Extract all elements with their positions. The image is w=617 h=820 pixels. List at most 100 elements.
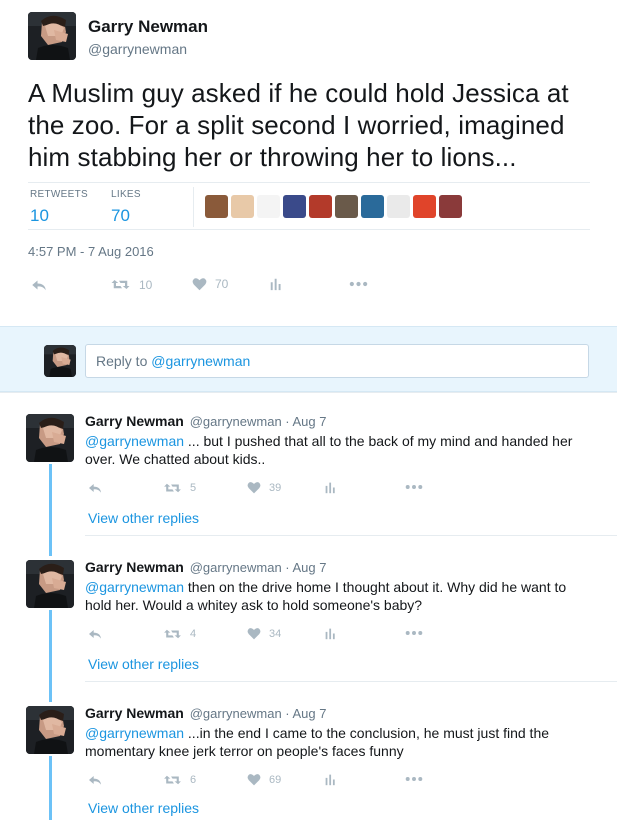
retweet-action[interactable]: 6 (163, 773, 196, 787)
retweet-icon (163, 627, 182, 641)
reply-separator (85, 535, 617, 536)
like-action[interactable]: 39 (247, 481, 281, 494)
liker-avatar[interactable] (439, 195, 462, 218)
heart-icon (247, 481, 261, 494)
retweet-icon (163, 481, 182, 495)
retweet-count: 6 (190, 774, 197, 786)
like-count: 69 (269, 773, 282, 786)
thread-connector (49, 610, 52, 702)
author-avatar[interactable] (28, 12, 76, 60)
like-count: 39 (269, 481, 282, 494)
heart-icon (247, 773, 261, 786)
like-action[interactable]: 70 (192, 277, 228, 291)
author-handle[interactable]: @garrynewman (88, 41, 187, 57)
reply-action[interactable] (87, 480, 103, 496)
reply-mention[interactable]: @garrynewman (85, 433, 184, 449)
likes-stat[interactable]: LIKES 70 (111, 189, 141, 226)
tweet-timestamp[interactable]: 4:57 PM - 7 Aug 2016 (28, 244, 154, 259)
retweets-stat[interactable]: RETWEETS 10 (30, 189, 88, 226)
more-action[interactable] (405, 776, 423, 782)
retweets-label: RETWEETS (30, 189, 88, 200)
retweet-action[interactable]: 4 (163, 627, 196, 641)
tweet-text: A Muslim guy asked if he could hold Jess… (28, 78, 569, 172)
more-action[interactable] (405, 484, 423, 490)
thread-connector (49, 464, 52, 556)
reply-header: Garry Newman @garrynewman · Aug 7 (85, 413, 326, 429)
reply-action[interactable] (30, 276, 48, 294)
like-action[interactable]: 69 (247, 773, 281, 786)
reply-author-name[interactable]: Garry Newman (85, 559, 184, 575)
reply-icon (87, 626, 103, 642)
reply-header: Garry Newman @garrynewman · Aug 7 (85, 559, 326, 575)
reply-composer: Reply to @garrynewman (0, 326, 617, 392)
reply-text: @garrynewman ... but I pushed that all t… (85, 432, 595, 468)
like-count: 34 (269, 627, 282, 640)
more-icon (349, 281, 368, 287)
retweet-action[interactable]: 5 (163, 481, 196, 495)
analytics-action[interactable] (269, 277, 283, 291)
reply-mention[interactable]: @garrynewman (85, 579, 184, 595)
reply-author-name[interactable]: Garry Newman (85, 413, 184, 429)
liker-avatar[interactable] (205, 195, 228, 218)
reply-action[interactable] (87, 772, 103, 788)
analytics-action[interactable] (324, 773, 337, 786)
reply-handle-meta[interactable]: @garrynewman · Aug 7 (190, 706, 327, 721)
retweet-action[interactable]: 10 (110, 277, 152, 292)
retweet-icon (163, 773, 182, 787)
reply-header: Garry Newman @garrynewman · Aug 7 (85, 705, 326, 721)
more-icon (405, 630, 423, 636)
like-action[interactable]: 34 (247, 627, 281, 640)
reply-avatar[interactable] (26, 706, 74, 754)
reply-handle-meta[interactable]: @garrynewman · Aug 7 (190, 414, 327, 429)
thread-divider (0, 392, 617, 393)
retweet-icon (110, 277, 131, 292)
reply-icon (30, 276, 48, 294)
likes-label: LIKES (111, 189, 141, 200)
analytics-action[interactable] (324, 481, 337, 494)
view-other-replies-link[interactable]: View other replies (88, 656, 199, 672)
heart-icon (247, 627, 261, 640)
reply-text: @garrynewman ...in the end I came to the… (85, 724, 595, 760)
liker-avatar[interactable] (387, 195, 410, 218)
reply-author-name[interactable]: Garry Newman (85, 705, 184, 721)
analytics-icon (324, 627, 337, 640)
more-icon (405, 484, 423, 490)
likes-count: 70 (111, 206, 130, 225)
tweet-stats: RETWEETS 10 LIKES 70 (28, 182, 590, 230)
author-name[interactable]: Garry Newman (88, 17, 208, 37)
current-user-avatar (44, 345, 76, 377)
reply-icon (87, 772, 103, 788)
retweet-count: 10 (139, 277, 153, 292)
liker-avatar[interactable] (335, 195, 358, 218)
liker-avatar[interactable] (283, 195, 306, 218)
liker-avatar[interactable] (413, 195, 436, 218)
liker-avatar[interactable] (257, 195, 280, 218)
reply-separator (85, 681, 617, 682)
reply-thread: Garry Newman @garrynewman · Aug 7 @garry… (0, 392, 617, 820)
analytics-action[interactable] (324, 627, 337, 640)
liker-avatar[interactable] (231, 195, 254, 218)
stats-divider (193, 187, 194, 227)
reply-input[interactable]: Reply to @garrynewman (85, 344, 589, 378)
view-other-replies-link[interactable]: View other replies (88, 510, 199, 526)
retweet-count: 5 (190, 482, 197, 494)
reply-placeholder-prefix: Reply to (96, 353, 152, 369)
more-action[interactable] (349, 281, 368, 287)
reply-placeholder-mention: @garrynewman (151, 353, 251, 369)
view-other-replies-link[interactable]: View other replies (88, 800, 199, 816)
reply-avatar[interactable] (26, 414, 74, 462)
liker-avatar[interactable] (361, 195, 384, 218)
reply-icon (87, 480, 103, 496)
reply-mention[interactable]: @garrynewman (85, 725, 184, 741)
heart-icon (192, 277, 207, 291)
retweet-count: 4 (190, 628, 197, 640)
like-count: 70 (215, 277, 229, 291)
analytics-icon (324, 773, 337, 786)
reply-avatar[interactable] (26, 560, 74, 608)
reply-action[interactable] (87, 626, 103, 642)
thread-connector (49, 756, 52, 820)
more-action[interactable] (405, 630, 423, 636)
reply-handle-meta[interactable]: @garrynewman · Aug 7 (190, 560, 327, 575)
liker-avatars (205, 195, 462, 218)
liker-avatar[interactable] (309, 195, 332, 218)
